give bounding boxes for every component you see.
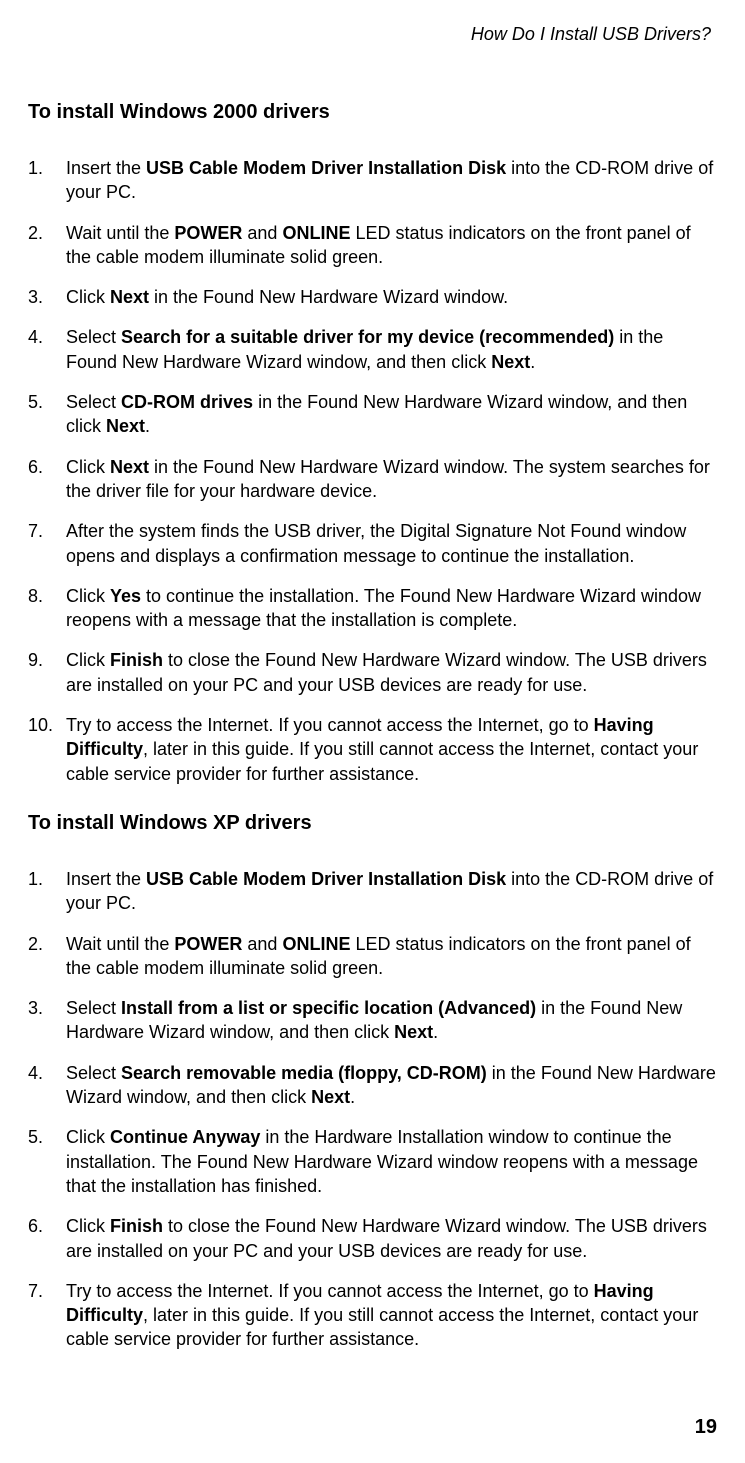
- list-item: 1.Insert the USB Cable Modem Driver Inst…: [28, 156, 717, 205]
- step-text: After the system finds the USB driver, t…: [66, 519, 717, 568]
- page-number: 19: [695, 1416, 717, 1439]
- step-text: Wait until the POWER and ONLINE LED stat…: [66, 932, 717, 981]
- list-item: 6.Click Next in the Found New Hardware W…: [28, 455, 717, 504]
- list-item: 9.Click Finish to close the Found New Ha…: [28, 648, 717, 697]
- section-heading-winxp: To install Windows XP drivers: [28, 812, 717, 835]
- step-text: Click Yes to continue the installation. …: [66, 584, 717, 633]
- list-item: 2.Wait until the POWER and ONLINE LED st…: [28, 221, 717, 270]
- step-number: 5.: [28, 390, 66, 414]
- step-number: 7.: [28, 1279, 66, 1303]
- step-text: Insert the USB Cable Modem Driver Instal…: [66, 156, 717, 205]
- step-number: 5.: [28, 1125, 66, 1149]
- step-number: 9.: [28, 648, 66, 672]
- step-number: 2.: [28, 932, 66, 956]
- running-header: How Do I Install USB Drivers?: [28, 24, 717, 45]
- step-text: Select CD-ROM drives in the Found New Ha…: [66, 390, 717, 439]
- list-item: 4.Select Search removable media (floppy,…: [28, 1061, 717, 1110]
- step-number: 4.: [28, 1061, 66, 1085]
- list-item: 8.Click Yes to continue the installation…: [28, 584, 717, 633]
- step-text: Select Install from a list or specific l…: [66, 996, 717, 1045]
- list-item: 5.Select CD-ROM drives in the Found New …: [28, 390, 717, 439]
- list-item: 7.Try to access the Internet. If you can…: [28, 1279, 717, 1352]
- list-item: 7.After the system finds the USB driver,…: [28, 519, 717, 568]
- step-number: 8.: [28, 584, 66, 608]
- step-number: 6.: [28, 1214, 66, 1238]
- step-number: 7.: [28, 519, 66, 543]
- step-number: 1.: [28, 156, 66, 180]
- step-number: 10.: [28, 713, 66, 737]
- step-number: 4.: [28, 325, 66, 349]
- step-number: 6.: [28, 455, 66, 479]
- step-number: 1.: [28, 867, 66, 891]
- list-item: 3.Click Next in the Found New Hardware W…: [28, 285, 717, 309]
- step-text: Select Search removable media (floppy, C…: [66, 1061, 717, 1110]
- section-heading-win2000: To install Windows 2000 drivers: [28, 101, 717, 124]
- step-text: Click Finish to close the Found New Hard…: [66, 648, 717, 697]
- step-text: Insert the USB Cable Modem Driver Instal…: [66, 867, 717, 916]
- step-number: 3.: [28, 996, 66, 1020]
- step-text: Click Next in the Found New Hardware Wiz…: [66, 285, 717, 309]
- step-text: Wait until the POWER and ONLINE LED stat…: [66, 221, 717, 270]
- list-item: 1.Insert the USB Cable Modem Driver Inst…: [28, 867, 717, 916]
- step-number: 3.: [28, 285, 66, 309]
- list-item: 2.Wait until the POWER and ONLINE LED st…: [28, 932, 717, 981]
- step-text: Click Next in the Found New Hardware Wiz…: [66, 455, 717, 504]
- step-text: Click Continue Anyway in the Hardware In…: [66, 1125, 717, 1198]
- steps-list-winxp: 1.Insert the USB Cable Modem Driver Inst…: [28, 867, 717, 1352]
- list-item: 10.Try to access the Internet. If you ca…: [28, 713, 717, 786]
- steps-list-win2000: 1.Insert the USB Cable Modem Driver Inst…: [28, 156, 717, 786]
- list-item: 3.Select Install from a list or specific…: [28, 996, 717, 1045]
- list-item: 5.Click Continue Anyway in the Hardware …: [28, 1125, 717, 1198]
- list-item: 4.Select Search for a suitable driver fo…: [28, 325, 717, 374]
- step-text: Select Search for a suitable driver for …: [66, 325, 717, 374]
- step-text: Try to access the Internet. If you canno…: [66, 713, 717, 786]
- step-text: Click Finish to close the Found New Hard…: [66, 1214, 717, 1263]
- step-number: 2.: [28, 221, 66, 245]
- list-item: 6.Click Finish to close the Found New Ha…: [28, 1214, 717, 1263]
- step-text: Try to access the Internet. If you canno…: [66, 1279, 717, 1352]
